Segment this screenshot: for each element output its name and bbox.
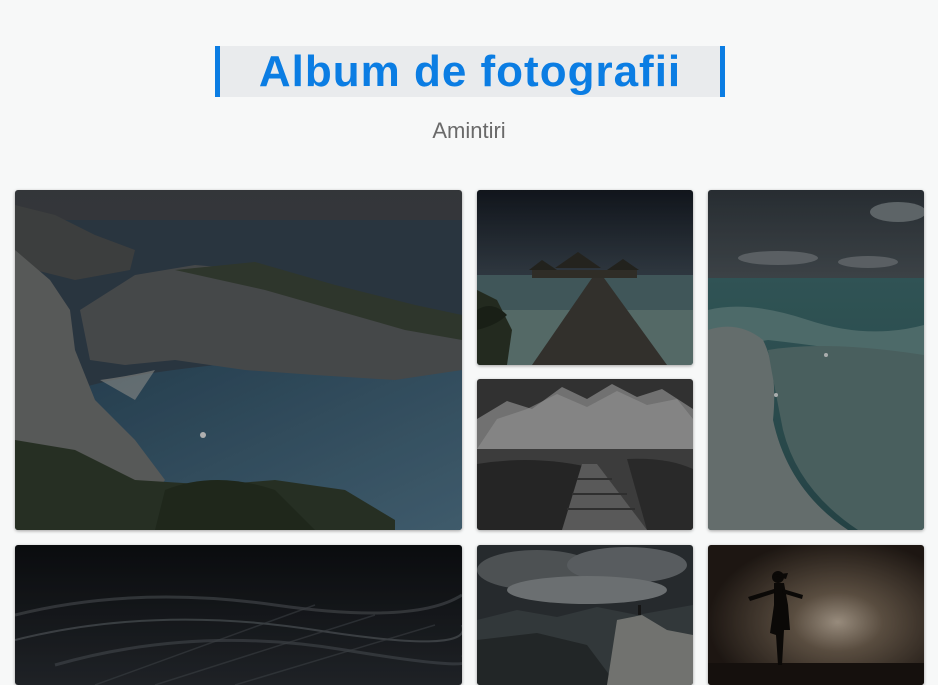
photo-hiker-peak[interactable] — [477, 545, 693, 685]
photo-mountain-path[interactable] — [477, 379, 693, 530]
photo-cloudy-sky[interactable] — [15, 545, 462, 685]
photo-coastal-cliffs[interactable] — [15, 190, 462, 530]
photo-sunset-silhouette[interactable] — [708, 545, 924, 685]
photo-overwater-bungalows[interactable] — [477, 190, 693, 365]
title-frame: Album de fotografii — [215, 46, 725, 97]
page-subtitle: Amintiri — [432, 118, 506, 143]
page-title: Album de fotografii — [258, 47, 682, 96]
photo-turquoise-lagoon[interactable] — [708, 190, 924, 530]
